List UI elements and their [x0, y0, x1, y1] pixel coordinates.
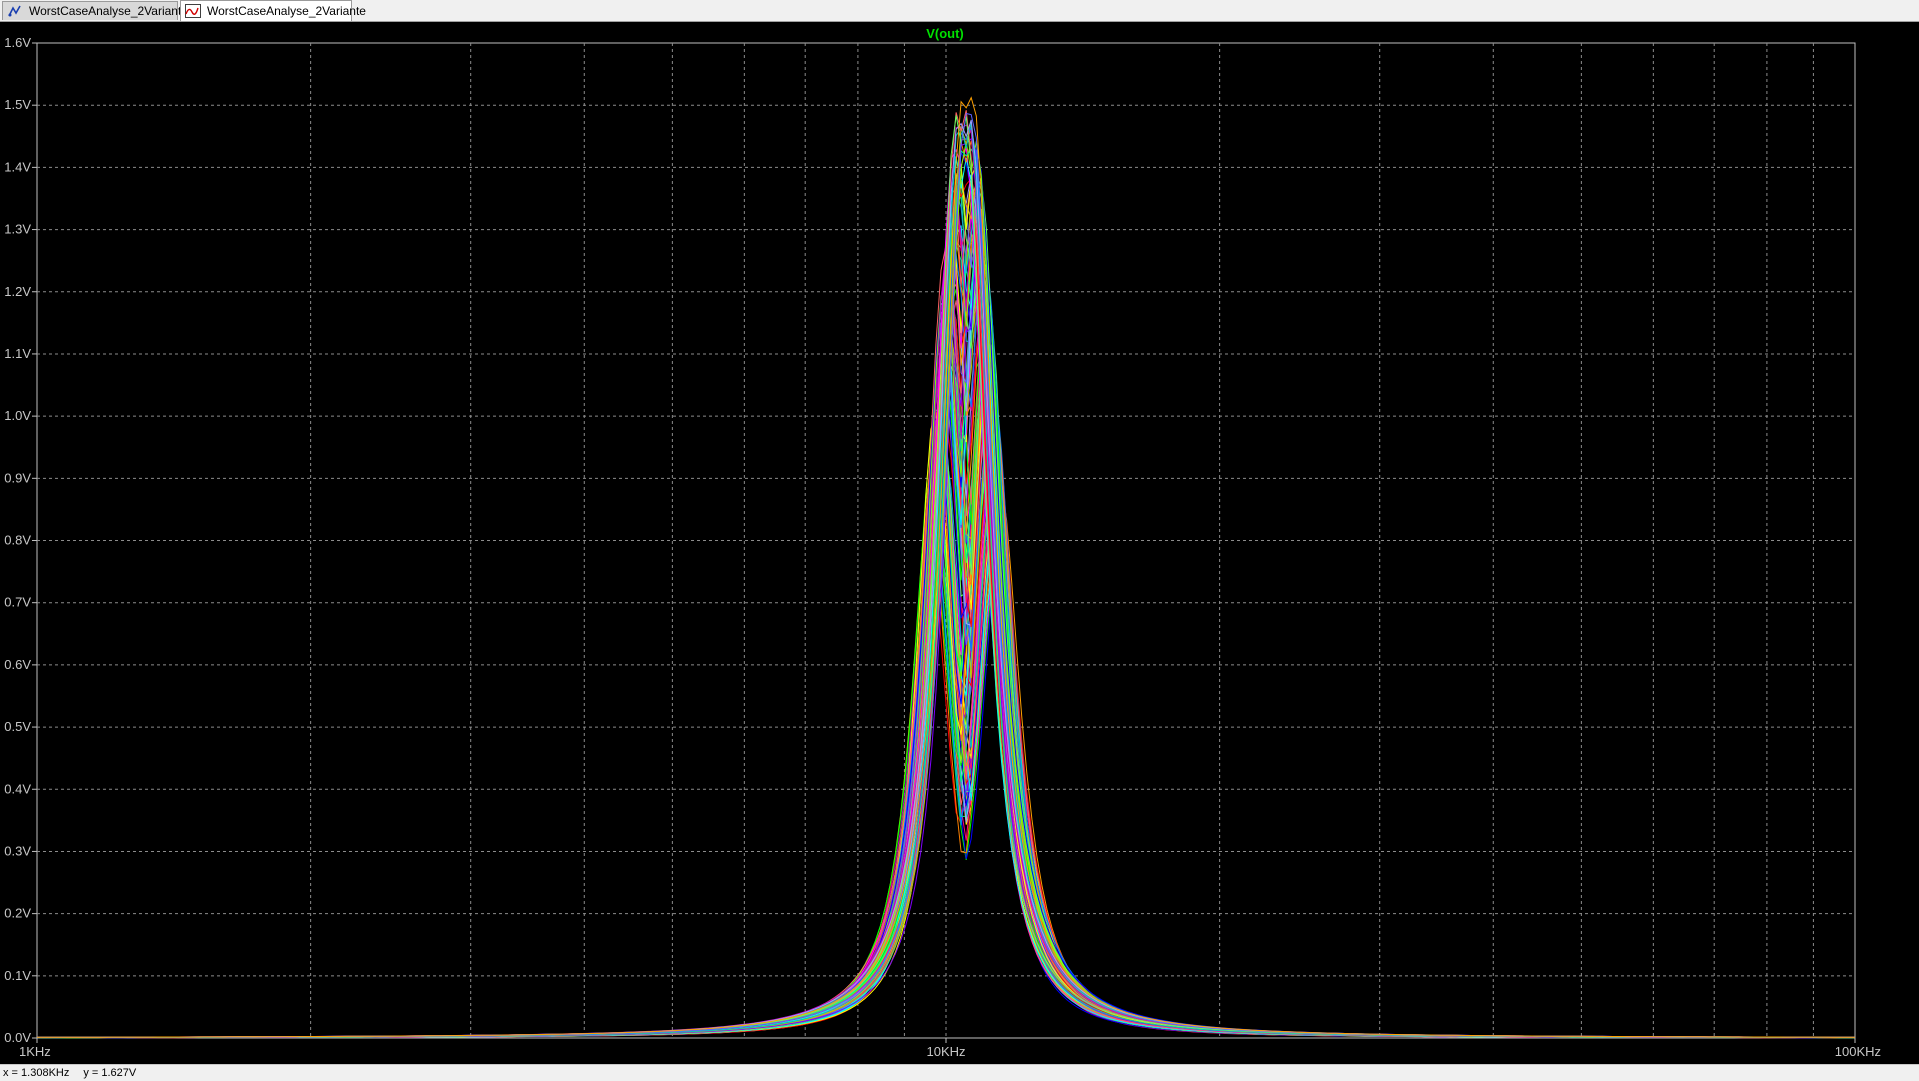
y-tick-label: 1.1V — [4, 346, 31, 361]
y-tick-label: 0.9V — [4, 470, 31, 485]
waveform-plot[interactable]: 0.0V 0.1V 0.2V 0.3V 0.4V 0.5V 0.6V 0.7V 0.8V 0.9V… — [0, 22, 1919, 1064]
x-tick-label: 1KHz — [19, 1044, 51, 1059]
y-tick-label: 0.2V — [4, 906, 31, 921]
tab-label: WorstCaseAnalyse_2Variante — [207, 4, 366, 18]
y-tick-label: 1.2V — [4, 284, 31, 299]
y-tick-label: 1.4V — [4, 159, 31, 174]
y-tick-label: 0.4V — [4, 781, 31, 796]
y-tick-label: 1.5V — [4, 97, 31, 112]
x-tick-label: 10KHz — [926, 1044, 965, 1059]
plot-canvas[interactable]: 0.0V 0.1V 0.2V 0.3V 0.4V 0.5V 0.6V 0.7V 0.8V 0.9V… — [0, 22, 1919, 1064]
cursor-y-readout: y = 1.627V — [83, 1067, 137, 1079]
cursor-x-readout: x = 1.308KHz — [3, 1067, 70, 1079]
tab-label: WorstCaseAnalyse_2Variante — [29, 4, 188, 18]
waveform-icon — [185, 4, 201, 18]
y-tick-label: 0.6V — [4, 657, 31, 672]
y-tick-label: 1.6V — [4, 35, 31, 50]
schematic-icon — [7, 4, 23, 18]
y-tick-label: 0.5V — [4, 719, 31, 734]
y-tick-label: 0.8V — [4, 533, 31, 548]
y-tick-label: 1.0V — [4, 408, 31, 423]
y-tick-label: 0.0V — [4, 1030, 31, 1045]
tab-waveform[interactable]: WorstCaseAnalyse_2Variante — [180, 0, 366, 21]
y-tick-label: 0.1V — [4, 968, 31, 983]
y-tick-label: 0.3V — [4, 843, 31, 858]
status-bar: x = 1.308KHz y = 1.627V — [0, 1064, 1919, 1081]
tab-schematic[interactable]: WorstCaseAnalyse_2Variante — [2, 1, 188, 20]
tab-bar: WorstCaseAnalyse_2Variante WorstCaseAnal… — [0, 0, 1919, 22]
trace-label[interactable]: V(out) — [926, 26, 964, 41]
y-tick-label: 0.7V — [4, 595, 31, 610]
x-tick-label: 100KHz — [1835, 1044, 1881, 1059]
y-tick-label: 1.3V — [4, 222, 31, 237]
